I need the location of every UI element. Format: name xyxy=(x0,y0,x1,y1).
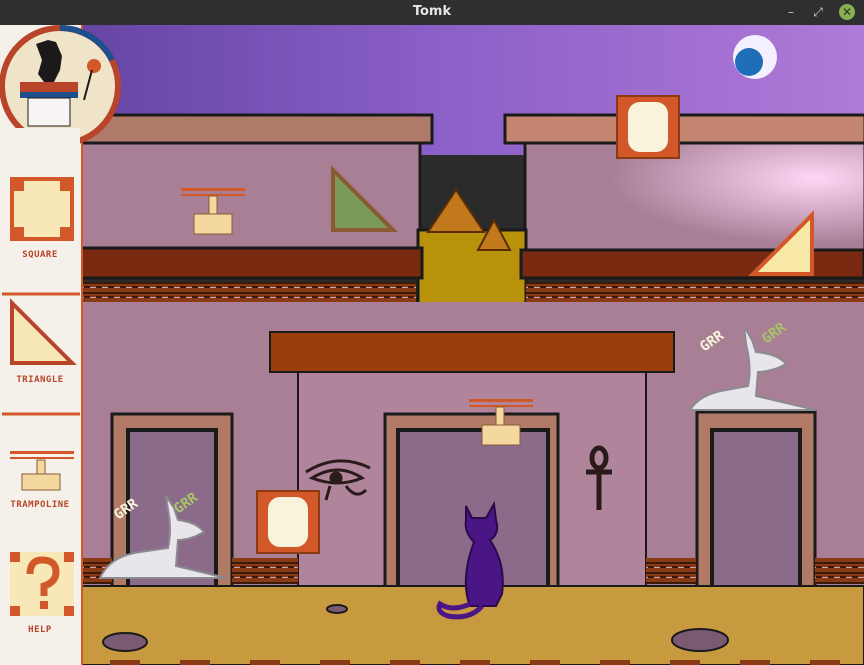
frieze-low-mid xyxy=(232,558,298,584)
pyramid-large xyxy=(426,188,486,233)
left-building-wall xyxy=(78,138,422,252)
temple-lintel xyxy=(269,331,675,373)
tool-help-button[interactable]: HELP xyxy=(2,536,80,664)
tool-triangle-label: TRIANGLE xyxy=(16,375,63,385)
tool-help-label: HELP xyxy=(28,625,52,635)
frieze-low-right1 xyxy=(646,558,696,584)
game-canvas[interactable]: GRR GRR GRR GRR SQUARE TRIANGLE TRAMPOLI… xyxy=(0,25,864,665)
square-block-mid[interactable] xyxy=(256,490,320,554)
avatar xyxy=(0,25,121,147)
tool-trampoline-button[interactable]: TRAMPOLINE xyxy=(2,416,80,534)
square-block-top[interactable] xyxy=(616,95,680,159)
window-titlebar: Tomk – ⤢ ✕ xyxy=(0,0,864,25)
tool-square-label: SQUARE xyxy=(22,250,58,260)
rock-left xyxy=(102,632,148,652)
question-block-icon xyxy=(10,552,74,616)
frieze-left xyxy=(82,282,416,302)
close-button[interactable]: ✕ xyxy=(839,4,855,20)
tool-triangle-button[interactable]: TRIANGLE xyxy=(2,296,80,412)
moon-icon xyxy=(733,35,777,79)
right-doorway xyxy=(695,410,817,592)
rock-small xyxy=(326,604,348,614)
frieze-low-right2 xyxy=(815,558,864,584)
frieze-right xyxy=(526,282,864,302)
restore-button[interactable]: ⤢ xyxy=(810,4,826,20)
minimize-button[interactable]: – xyxy=(783,4,799,20)
left-upper-beam xyxy=(78,246,424,280)
left-building-roof xyxy=(78,113,434,145)
window-title: Tomk xyxy=(412,4,452,19)
right-building-roof xyxy=(503,113,864,145)
tool-trampoline-label: TRAMPOLINE xyxy=(10,500,69,510)
rock-right xyxy=(671,628,729,652)
square-block-icon xyxy=(10,177,74,241)
tool-square-button[interactable]: SQUARE xyxy=(2,128,80,293)
